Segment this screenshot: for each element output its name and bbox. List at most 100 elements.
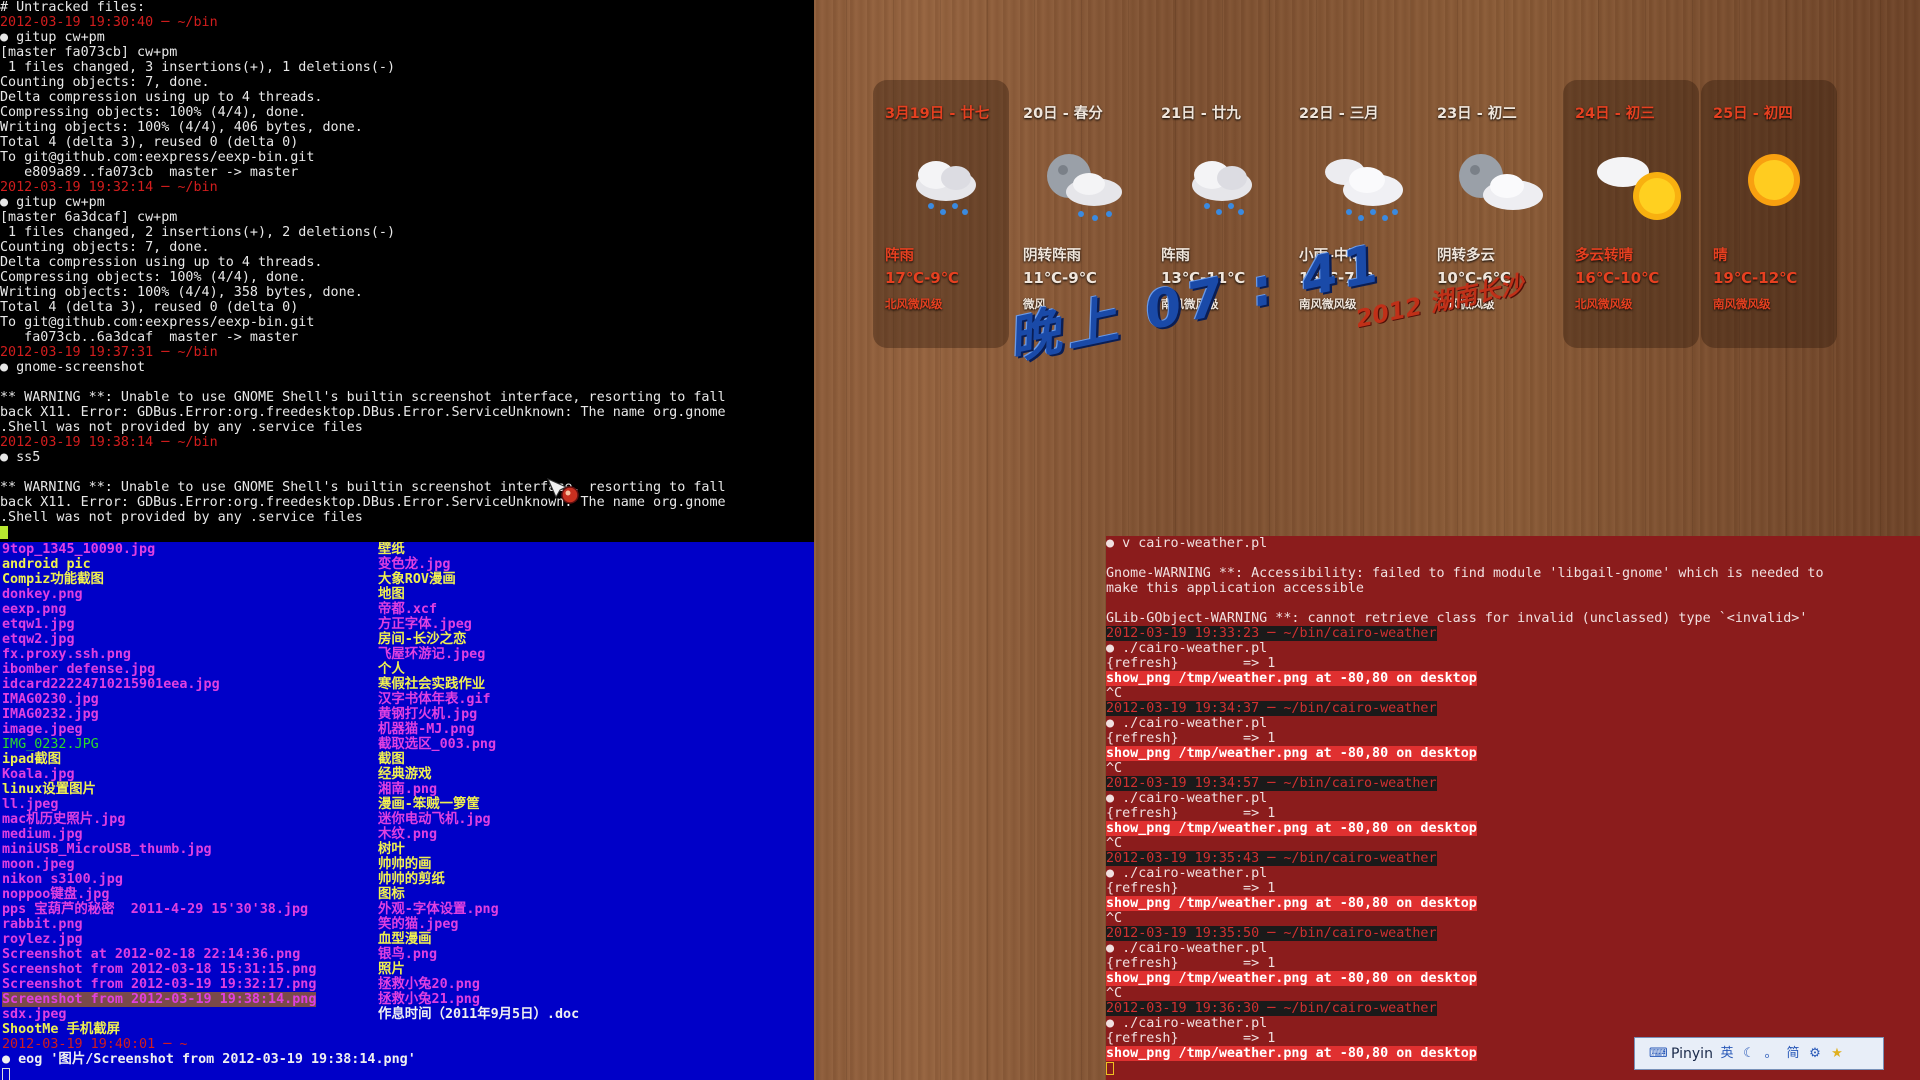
terminal-line-text: ● ./cairo-weather.pl (1106, 866, 1268, 881)
terminal-line: Total 4 (delta 3), reused 0 (delta 0) (0, 135, 814, 150)
terminal-line: 2012-03-19 19:38:14 ─ ~/bin (0, 435, 814, 450)
terminal-line-text: ** WARNING **: Unable to use GNOME Shell… (0, 480, 726, 495)
terminal-line-text: 血型漫画 (378, 932, 432, 947)
terminal-line-text: 飞屋环游记.jpeg (378, 647, 486, 662)
terminal-line: 2012-03-19 19:40:01 ─ ~ (2, 1037, 416, 1052)
input-method-panel[interactable]: ⌨ Pinyin 英 ☾ 。 简 ⚙ ★ (1634, 1037, 1884, 1070)
terminal-line-text: ● eog '图片/Screenshot from 2012-03-19 19:… (2, 1052, 416, 1067)
terminal-line: [master fa073cb] cw+pm (0, 45, 814, 60)
terminal-line: 2012-03-19 19:34:57 ─ ~/bin/cairo-weathe… (1106, 776, 1920, 791)
english-icon[interactable]: 英 (1719, 1046, 1735, 1062)
terminal-line-text: 树叶 (378, 842, 405, 857)
terminal-line: miniUSB_MicroUSB_thumb.jpg (2, 842, 416, 857)
weather-temperature: 19℃-12℃ (1713, 269, 1798, 287)
weather-condition: 阵雨 (885, 248, 914, 264)
terminal-line: Screenshot from 2012-03-18 15:31:15.png (2, 962, 416, 977)
terminal-line: 房间-长沙之恋 (378, 632, 579, 647)
terminal-line: back X11. Error: GDBus.Error:org.freedes… (0, 405, 814, 420)
night-rain-cloud-icon (1029, 140, 1139, 230)
terminal-line: [master 6a3dcaf] cw+pm (0, 210, 814, 225)
terminal-line: 2012-03-19 19:32:14 ─ ~/bin (0, 180, 814, 195)
terminal-line: 迷你电动飞机.jpg (378, 812, 579, 827)
sun-icon (1719, 140, 1829, 230)
terminal-line: make this application accessible (1106, 581, 1920, 596)
terminal-line: GLib-GObject-WARNING **: cannot retrieve… (1106, 611, 1920, 626)
terminal-line: noppoo键盘.jpg (2, 887, 416, 902)
gear-icon[interactable]: ⚙ (1807, 1046, 1823, 1062)
terminal-line-text: Screenshot from 2012-03-18 15:31:15.png (2, 962, 317, 977)
input-method-label[interactable]: Pinyin (1671, 1046, 1713, 1062)
terminal-line-text: e809a89..fa073cb master -> master (0, 165, 299, 180)
terminal-line-text: {refresh} => 1 (1106, 806, 1276, 821)
terminal-line: 帅帅的画 (378, 857, 579, 872)
terminal-line: 湘南.png (378, 782, 579, 797)
terminal-line-text: 2012-03-19 19:34:57 ─ ~/bin/cairo-weathe… (1106, 776, 1437, 791)
terminal-line: 经典游戏 (378, 767, 579, 782)
terminal-line-text: 照片 (378, 962, 405, 977)
terminal-line-text: 帝都.xcf (378, 602, 438, 617)
terminal-line-text: Koala.jpg (2, 767, 75, 782)
terminal-line-text: ● ./cairo-weather.pl (1106, 716, 1268, 731)
terminal-line-text: 漫画-笨贼一箩筐 (378, 797, 480, 812)
terminal-line-text: 地图 (378, 587, 405, 602)
terminal-line: 截图 (378, 752, 579, 767)
terminal-line: Compressing objects: 100% (4/4), done. (0, 105, 814, 120)
terminal-line-text: IMG_0232.JPG (2, 737, 99, 752)
terminal-line-text: make this application accessible (1106, 581, 1364, 596)
punctuation-icon[interactable]: 。 (1763, 1046, 1779, 1062)
simplified-icon[interactable]: 简 (1785, 1046, 1801, 1062)
terminal-line-text: .Shell was not provided by any .service … (0, 420, 363, 435)
terminal-line: 血型漫画 (378, 932, 579, 947)
terminal-line: To git@github.com:eexpress/eexp-bin.git (0, 150, 814, 165)
terminal-line-text: IMAG0232.jpg (2, 707, 99, 722)
terminal-line-text: 黄钢打火机.jpg (378, 707, 478, 722)
terminal-line-text: Compiz功能截图 (2, 572, 104, 587)
terminal-line-text: Counting objects: 7, done. (0, 75, 210, 90)
weather-temperature: 16℃-10℃ (1575, 269, 1660, 287)
terminal-line: 黄钢打火机.jpg (378, 707, 579, 722)
terminal-line: Screenshot from 2012-03-19 19:32:17.png (2, 977, 416, 992)
terminal-line-text: [master 6a3dcaf] cw+pm (0, 210, 178, 225)
terminal-line-text: etqw2.jpg (2, 632, 75, 647)
terminal-line-text: eexp.png (2, 602, 67, 617)
terminal-cairo-weather[interactable]: ● v cairo-weather.pl Gnome-WARNING **: Ac… (1106, 536, 1920, 1080)
terminal-line-text: Writing objects: 100% (4/4), 358 bytes, … (0, 285, 363, 300)
terminal-line: idcard22224710215901eea.jpg (2, 677, 416, 692)
terminal-line-text: ● ss5 (0, 450, 41, 465)
terminal-line-text: 截图 (378, 752, 405, 767)
terminal-line-text: ShootMe 手机截屏 (2, 1022, 121, 1037)
terminal-git[interactable]: # Untracked files: 2012-03-19 19:30:40 ─ … (0, 0, 814, 542)
terminal-line-text: 大象ROV漫画 (378, 572, 456, 587)
terminal-file-list[interactable]: 9top_1345_10090.jpg android pic Compiz功能截图… (0, 542, 814, 1080)
terminal-line: ● v cairo-weather.pl (1106, 536, 1920, 551)
moon-icon[interactable]: ☾ (1741, 1046, 1757, 1062)
terminal-line-text: fx.proxy.ssh.png (2, 647, 131, 662)
weather-condition: 阴转多云 (1437, 248, 1495, 264)
terminal-line-text: sdx.jpeg (2, 1007, 67, 1022)
terminal-line-text: 外观-字体设置.png (378, 902, 499, 917)
terminal-line: Compressing objects: 100% (4/4), done. (0, 270, 814, 285)
terminal-line-text: ● gitup cw+pm (0, 30, 105, 45)
terminal-line-text: GLib-GObject-WARNING **: cannot retrieve… (1106, 611, 1808, 626)
terminal-line-text: show_png /tmp/weather.png at -80,80 on d… (1106, 671, 1477, 686)
terminal-line: Counting objects: 7, done. (0, 75, 814, 90)
keyboard-icon[interactable]: ⌨ (1649, 1046, 1668, 1062)
terminal-line-text: Writing objects: 100% (4/4), 406 bytes, … (0, 120, 363, 135)
terminal-line: To git@github.com:eexpress/eexp-bin.git (0, 315, 814, 330)
terminal-line: 笑的猫.jpeg (378, 917, 579, 932)
terminal-line: {refresh} => 1 (1106, 806, 1920, 821)
terminal-line: ^C (1106, 836, 1920, 851)
weather-day-6: 24日 - 初三 多云转晴 16℃-10℃ 北风微风级 (1563, 80, 1699, 348)
star-icon[interactable]: ★ (1829, 1046, 1845, 1062)
terminal-line-text: pps 宝葫芦的秘密 2011-4-29 15'30'38.jpg (2, 902, 309, 917)
terminal-line-text: ● ./cairo-weather.pl (1106, 941, 1268, 956)
terminal-line-text: To git@github.com:eexpress/eexp-bin.git (0, 150, 315, 165)
terminal-line: 外观-字体设置.png (378, 902, 579, 917)
terminal-line: donkey.png (2, 587, 416, 602)
terminal-line-text: 笑的猫.jpeg (378, 917, 459, 932)
terminal-cursor (1106, 1061, 1114, 1075)
terminal-line-text: 2012-03-19 19:35:50 ─ ~/bin/cairo-weathe… (1106, 926, 1437, 941)
terminal-line: medium.jpg (2, 827, 416, 842)
